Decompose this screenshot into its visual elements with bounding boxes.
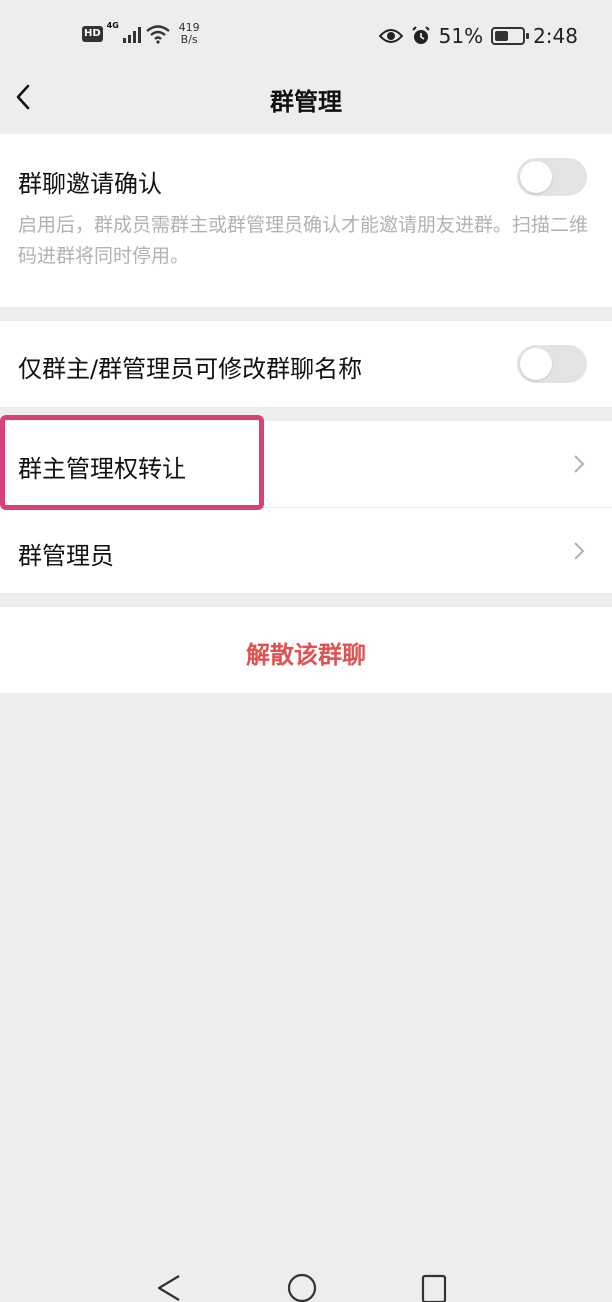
rename-restrict-toggle[interactable] — [517, 345, 587, 383]
net-speed-unit: B/s — [180, 33, 198, 46]
invite-confirm-label: 群聊邀请确认 — [18, 170, 162, 198]
eye-icon — [378, 29, 403, 43]
highlight-box — [0, 415, 264, 510]
status-left: HD 4G 419 B/s — [82, 21, 200, 46]
chevron-right-icon — [574, 455, 585, 473]
admins-label: 群管理员 — [18, 542, 114, 570]
toggle-knob — [520, 348, 552, 380]
clock: 2:48 — [533, 24, 578, 48]
battery-fill — [495, 31, 509, 41]
alarm-icon — [411, 26, 430, 44]
hd-badge: HD — [82, 26, 103, 42]
toggle-knob — [520, 161, 552, 193]
dismiss-group-button[interactable]: 解散该群聊 — [0, 635, 612, 670]
net-speed: 419 B/s — [179, 22, 200, 46]
rename-restrict-label: 仅群主/群管理员可修改群聊名称 — [18, 355, 363, 383]
system-navigation-bar — [0, 1270, 612, 1302]
dismiss-section: 解散该群聊 — [0, 607, 612, 693]
invite-confirm-toggle[interactable] — [517, 158, 587, 196]
nav-home-icon[interactable] — [286, 1270, 318, 1302]
nav-recents-icon[interactable] — [420, 1270, 448, 1302]
status-bar: HD 4G 419 B/s 51% 2:48 — [0, 0, 612, 72]
nav-back-icon[interactable] — [155, 1270, 183, 1302]
battery-icon — [491, 27, 530, 45]
rename-restrict-section: 仅群主/群管理员可修改群聊名称 — [0, 321, 612, 407]
invite-confirm-section: 群聊邀请确认 启用后，群成员需群主或群管理员确认才能邀请朋友进群。扫描二维码进群… — [0, 134, 612, 307]
battery-percent: 51% — [438, 24, 484, 48]
wifi-icon — [145, 25, 170, 44]
network-type: 4G — [106, 21, 119, 30]
cellular-signal-icon: 4G — [107, 21, 141, 43]
invite-confirm-description: 启用后，群成员需群主或群管理员确认才能邀请朋友进群。扫描二维码进群将同时停用。 — [18, 214, 589, 267]
navigation-bar: 群管理 — [0, 72, 612, 134]
chevron-right-icon — [574, 542, 585, 560]
status-right: 51% 2:48 — [378, 24, 578, 48]
page-title: 群管理 — [270, 88, 342, 116]
admins-row[interactable]: 群管理员 — [0, 508, 612, 593]
